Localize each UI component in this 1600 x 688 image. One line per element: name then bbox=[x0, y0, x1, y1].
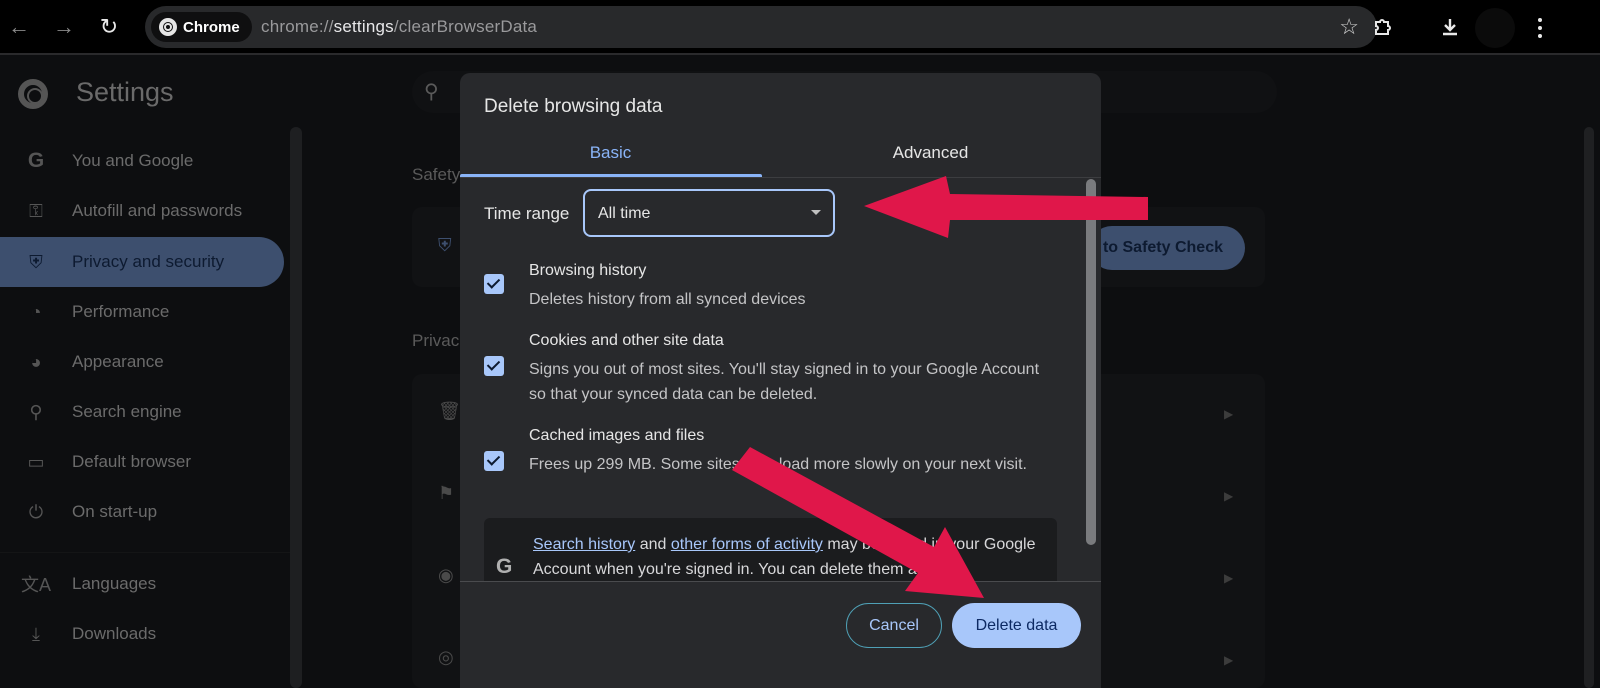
google-g-icon: G bbox=[27, 149, 45, 172]
chrome-logo-icon bbox=[18, 79, 48, 109]
shield-icon: ⛨ bbox=[438, 235, 452, 255]
sidebar-item-performance[interactable]: ◔ Performance bbox=[0, 287, 284, 337]
window-icon: ▭ bbox=[27, 451, 45, 472]
sidebar-item-default-browser[interactable]: ▭ Default browser bbox=[0, 437, 284, 487]
back-button[interactable]: ← bbox=[4, 12, 34, 42]
dropdown-caret-icon bbox=[811, 210, 821, 215]
search-icon: ⚲ bbox=[29, 401, 43, 422]
sidebar-item-privacy[interactable]: ⛨ Privacy and security bbox=[0, 237, 284, 287]
search-history-link[interactable]: Search history bbox=[533, 536, 635, 553]
time-range-select[interactable]: All time bbox=[583, 189, 835, 237]
notice-text-part: and bbox=[635, 536, 671, 553]
extensions-puzzle-icon[interactable] bbox=[1368, 12, 1398, 42]
dialog-scrollbar[interactable] bbox=[1086, 179, 1096, 545]
url-prefix: chrome:// bbox=[261, 17, 334, 36]
cancel-button[interactable]: Cancel bbox=[846, 603, 942, 648]
sidebar-label: On start-up bbox=[72, 502, 158, 521]
dialog-title: Delete browsing data bbox=[484, 96, 663, 117]
sidebar-item-appearance[interactable]: ◕ Appearance bbox=[0, 337, 284, 387]
sidebar-scrollbar[interactable] bbox=[290, 127, 302, 688]
google-g-icon: G bbox=[496, 555, 513, 578]
url-host: settings bbox=[333, 17, 394, 36]
translate-icon: 文A bbox=[20, 575, 51, 595]
download-icon: ⤓ bbox=[32, 623, 40, 644]
delete-data-button[interactable]: Delete data bbox=[952, 603, 1081, 648]
sidebar-item-you-and-google[interactable]: G You and Google bbox=[0, 136, 284, 186]
sidebar-divider bbox=[0, 552, 290, 553]
chrome-logo-icon bbox=[159, 18, 177, 36]
profile-avatar[interactable] bbox=[1475, 8, 1515, 48]
option-desc: Deletes history from all synced devices bbox=[529, 291, 806, 308]
power-icon: ⏻ bbox=[28, 501, 44, 522]
go-to-safety-check-button[interactable]: to Safety Check bbox=[1090, 226, 1245, 270]
caret-right-icon[interactable]: ▶ bbox=[1224, 489, 1233, 503]
option-desc: Frees up 299 MB. Some sites may load mor… bbox=[529, 456, 1027, 473]
settings-title: Settings bbox=[76, 77, 174, 107]
url-text[interactable]: chrome://settings/clearBrowserData bbox=[261, 17, 537, 37]
dialog-footer: Cancel Delete data bbox=[460, 581, 1101, 688]
download-icon[interactable] bbox=[1435, 12, 1465, 42]
caret-right-icon[interactable]: ▶ bbox=[1224, 653, 1233, 667]
cookies-checkbox[interactable] bbox=[484, 356, 504, 376]
sidebar-item-downloads[interactable]: ⤓ Downloads bbox=[0, 609, 284, 659]
sidebar-label: You and Google bbox=[72, 151, 194, 170]
search-icon: ⚲ bbox=[424, 81, 439, 103]
sidebar-label: Downloads bbox=[72, 624, 157, 643]
sidebar-item-autofill[interactable]: ⚿ Autofill and passwords bbox=[0, 186, 284, 236]
cached-images-checkbox[interactable] bbox=[484, 451, 504, 471]
address-bar[interactable]: Chrome chrome://settings/clearBrowserDat… bbox=[145, 6, 1377, 48]
key-icon: ⚿ bbox=[29, 200, 43, 221]
trash-icon: 🗑 bbox=[438, 401, 461, 421]
section-label-safety: Safety bbox=[412, 165, 461, 184]
option-desc: Signs you out of most sites. You'll stay… bbox=[529, 361, 1040, 403]
sidebar-label: Search engine bbox=[72, 402, 182, 421]
sidebar-label: Languages bbox=[72, 574, 157, 593]
google-activity-notice: G Search history and other forms of acti… bbox=[484, 518, 1057, 588]
option-title: Browsing history bbox=[529, 262, 647, 279]
reload-icon: ↻ bbox=[99, 14, 119, 39]
gauge-icon: ◔ bbox=[30, 301, 42, 322]
menu-kebab-icon[interactable] bbox=[1530, 14, 1550, 42]
bookmark-star-icon[interactable]: ☆ bbox=[1339, 14, 1359, 40]
chip-label: Chrome bbox=[183, 18, 240, 36]
tab-divider bbox=[460, 177, 1101, 178]
delete-browsing-data-dialog: Delete browsing data Basic Advanced Time… bbox=[460, 73, 1101, 688]
palette-icon: ◕ bbox=[30, 351, 42, 372]
sidebar-label: Privacy and security bbox=[72, 252, 225, 271]
signpost-icon: ⚑ bbox=[438, 483, 455, 503]
reload-button[interactable]: ↻ bbox=[94, 12, 124, 42]
page-scrollbar[interactable] bbox=[1584, 127, 1594, 688]
sidebar-label: Default browser bbox=[72, 452, 192, 471]
url-path: /clearBrowserData bbox=[393, 17, 538, 36]
sidebar-item-languages[interactable]: 文A Languages bbox=[0, 559, 284, 609]
time-range-value: All time bbox=[598, 205, 651, 222]
forward-button[interactable]: → bbox=[49, 12, 79, 42]
sidebar-label: Autofill and passwords bbox=[72, 201, 243, 220]
chrome-chip[interactable]: Chrome bbox=[151, 12, 252, 42]
browsing-history-checkbox[interactable] bbox=[484, 274, 504, 294]
section-label-privacy: Privac bbox=[412, 331, 460, 350]
caret-right-icon[interactable]: ▶ bbox=[1224, 407, 1233, 421]
option-title: Cookies and other site data bbox=[529, 332, 724, 349]
option-title: Cached images and files bbox=[529, 427, 705, 444]
sidebar-label: Performance bbox=[72, 302, 170, 321]
caret-right-icon[interactable]: ▶ bbox=[1224, 571, 1233, 585]
time-range-label: Time range bbox=[484, 204, 570, 223]
notice-text: Search history and other forms of activi… bbox=[533, 532, 1053, 582]
shield-icon: ⛨ bbox=[29, 251, 43, 272]
browser-toolbar: ← → ↻ Chrome chrome://settings/clearBrow… bbox=[0, 0, 1600, 55]
arrow-left-icon: ← bbox=[8, 14, 30, 39]
sidebar-item-on-startup[interactable]: ⏻ On start-up bbox=[0, 487, 284, 537]
tab-advanced[interactable]: Advanced bbox=[780, 143, 1081, 179]
sidebar-item-search-engine[interactable]: ⚲ Search engine bbox=[0, 387, 284, 437]
arrow-right-icon: → bbox=[53, 14, 75, 39]
ad-privacy-icon: ◎ bbox=[438, 647, 454, 667]
sidebar-label: Appearance bbox=[72, 352, 164, 371]
other-activity-link[interactable]: other forms of activity bbox=[671, 536, 823, 553]
cookie-icon: ◉ bbox=[438, 565, 454, 585]
